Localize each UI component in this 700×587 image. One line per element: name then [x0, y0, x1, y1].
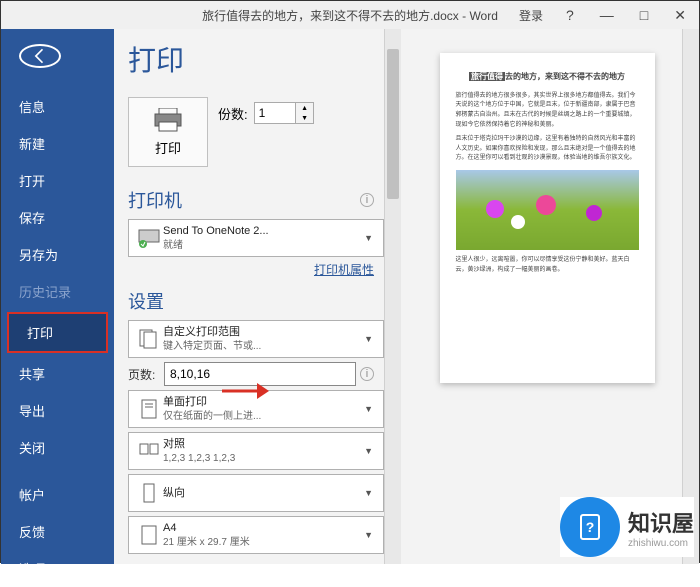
titlebar: 旅行值得去的地方，来到这不得不去的地方.docx - Word 登录 ? — □… — [1, 1, 699, 29]
collate-dropdown[interactable]: 对照 1,2,3 1,2,3 1,2,3 ▼ — [128, 432, 384, 470]
portrait-icon — [135, 482, 163, 504]
pages-label: 页数: — [128, 366, 160, 383]
sidebar-item-history: 历史记录 — [1, 273, 114, 310]
close-window-button[interactable]: ✕ — [671, 7, 689, 24]
chevron-down-icon: ▼ — [360, 530, 377, 540]
copies-spinner[interactable]: ▲ ▼ — [254, 102, 314, 124]
preview-scrollbar[interactable] — [682, 29, 699, 564]
logo-text-cn: 知识屋 — [628, 506, 694, 538]
arrow-left-icon — [30, 46, 50, 66]
annotation-arrow-icon — [217, 379, 277, 403]
paper-icon — [135, 524, 163, 546]
printer-status-icon — [135, 227, 163, 249]
sidebar-item-feedback[interactable]: 反馈 — [1, 513, 114, 550]
sidebar-item-open[interactable]: 打开 — [1, 162, 114, 199]
backstage-sidebar: 信息 新建 打开 保存 另存为 历史记录 打印 共享 导出 关闭 帐户 反馈 选… — [1, 29, 114, 564]
copies-label: 份数: — [218, 104, 248, 123]
svg-text:?: ? — [586, 519, 595, 535]
printer-info-icon[interactable]: i — [360, 193, 374, 207]
sidebar-item-saveas[interactable]: 另存为 — [1, 236, 114, 273]
orientation-primary: 纵向 — [163, 486, 360, 500]
collate-primary: 对照 — [163, 437, 360, 451]
side-secondary: 仅在纸面的一侧上进... — [163, 410, 360, 423]
chevron-down-icon: ▼ — [360, 488, 377, 498]
chevron-down-icon: ▼ — [360, 404, 377, 414]
sidebar-item-share[interactable]: 共享 — [1, 355, 114, 392]
document-title: 旅行值得去的地方，来到这不得不去的地方.docx - Word — [202, 7, 498, 24]
print-settings-panel: 打印 打印 份数: ▲ ▼ — [114, 29, 384, 564]
preview-paragraph: 且末位于塔克拉玛干沙漠的边缘，这里有着独特的自然风光和丰富的人文历史。如果你喜欢… — [456, 135, 639, 164]
sidebar-item-new[interactable]: 新建 — [1, 125, 114, 162]
printer-dropdown[interactable]: Send To OneNote 2... 就绪 ▼ — [128, 219, 384, 257]
paper-primary: A4 — [163, 521, 360, 535]
range-primary: 自定义打印范围 — [163, 325, 360, 339]
sidebar-item-print[interactable]: 打印 — [9, 314, 106, 351]
preview-image — [456, 170, 639, 250]
preview-doc-title: 旅行值得去的地方，来到这不得不去的地方 — [456, 71, 639, 84]
paper-secondary: 21 厘米 x 29.7 厘米 — [163, 536, 360, 549]
copies-input[interactable] — [255, 103, 295, 123]
preview-paragraph: 旅行值得去的地方很多很多，其实世界上很多地方都值得去。我们今天说的这个地方位于中… — [456, 92, 639, 130]
login-link[interactable]: 登录 — [519, 7, 543, 24]
sidebar-item-info[interactable]: 信息 — [1, 88, 114, 125]
settings-section-header: 设置 — [128, 288, 164, 314]
preview-page: 旅行值得去的地方，来到这不得不去的地方 旅行值得去的地方很多很多，其实世界上很多… — [440, 53, 655, 383]
print-preview: 旅行值得去的地方，来到这不得不去的地方 旅行值得去的地方很多很多，其实世界上很多… — [401, 29, 699, 564]
chevron-down-icon: ▼ — [360, 233, 377, 243]
print-button-label: 打印 — [155, 138, 181, 157]
back-button[interactable] — [19, 44, 61, 68]
minimize-button[interactable]: — — [597, 7, 617, 23]
help-button[interactable]: ? — [563, 7, 577, 23]
printer-properties-link[interactable]: 打印机属性 — [314, 263, 374, 277]
printer-icon — [153, 108, 183, 132]
printer-name: Send To OneNote 2... — [163, 224, 360, 238]
paper-size-dropdown[interactable]: A4 21 厘米 x 29.7 厘米 ▼ — [128, 516, 384, 554]
pages-icon — [135, 328, 163, 350]
sidebar-item-export[interactable]: 导出 — [1, 392, 114, 429]
logo-icon: ? — [560, 497, 620, 557]
collate-icon — [135, 440, 163, 462]
maximize-button[interactable]: □ — [637, 7, 651, 23]
settings-scrollbar[interactable] — [384, 29, 401, 564]
sidebar-item-options[interactable]: 选项 — [1, 550, 114, 587]
sidebar-item-account[interactable]: 帐户 — [1, 476, 114, 513]
single-side-icon — [135, 398, 163, 420]
copies-up-button[interactable]: ▲ — [296, 103, 314, 113]
sidebar-item-close[interactable]: 关闭 — [1, 429, 114, 466]
collate-secondary: 1,2,3 1,2,3 1,2,3 — [163, 452, 360, 465]
scrollbar-thumb[interactable] — [387, 49, 399, 199]
printer-status: 就绪 — [163, 239, 360, 252]
page-title: 打印 — [128, 39, 384, 79]
watermark-logo: ? 知识屋 zhishiwu.com — [560, 497, 694, 557]
preview-paragraph: 这里人很少，远离喧嚣，你可以尽情享受这份宁静和美好。蓝天白云，黄沙绿洲，构成了一… — [456, 256, 639, 275]
orientation-dropdown[interactable]: 纵向 ▼ — [128, 474, 384, 512]
chevron-down-icon: ▼ — [360, 446, 377, 456]
pages-info-icon[interactable]: i — [360, 367, 374, 381]
print-button[interactable]: 打印 — [128, 97, 208, 167]
sidebar-item-save[interactable]: 保存 — [1, 199, 114, 236]
range-secondary: 键入特定页面、节或... — [163, 340, 360, 353]
copies-down-button[interactable]: ▼ — [296, 113, 314, 123]
print-range-dropdown[interactable]: 自定义打印范围 键入特定页面、节或... ▼ — [128, 320, 384, 358]
logo-text-url: zhishiwu.com — [628, 538, 694, 549]
printer-section-header: 打印机 — [128, 187, 182, 213]
chevron-down-icon: ▼ — [360, 334, 377, 344]
